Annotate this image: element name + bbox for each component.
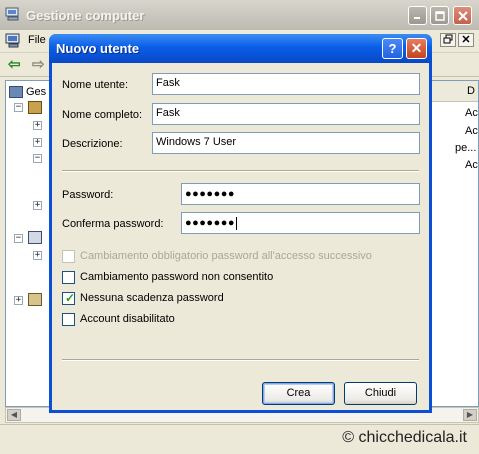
- description-input[interactable]: Windows 7 User: [152, 132, 420, 154]
- checkbox[interactable]: [62, 313, 75, 326]
- details-list: D Ac Ac pe... Ac: [430, 80, 479, 407]
- expand-icon[interactable]: +: [33, 138, 42, 147]
- dialog-titlebar[interactable]: Nuovo utente ? ✕: [49, 34, 432, 63]
- column-header: D: [467, 85, 475, 97]
- dialog-body: Nome utente: Fask Nome completo: Fask De…: [52, 63, 429, 410]
- storage-icon: [28, 231, 42, 244]
- username-label: Nome utente:: [62, 79, 129, 91]
- menu-file[interactable]: File: [28, 34, 46, 46]
- scroll-right-icon[interactable]: ▶: [463, 409, 477, 421]
- confirm-password-input[interactable]: ●●●●●●●: [181, 212, 420, 234]
- option-label: Cambiamento obbligatorio password all'ac…: [80, 250, 372, 262]
- separator: [62, 359, 419, 361]
- services-icon: [28, 293, 42, 306]
- expand-icon[interactable]: +: [14, 296, 23, 305]
- checkbox[interactable]: [62, 250, 75, 263]
- window-title: Gestione computer: [26, 8, 145, 23]
- forward-arrow-icon[interactable]: ⇨: [32, 55, 45, 73]
- list-cell: Ac: [465, 107, 478, 119]
- password-label: Password:: [62, 189, 114, 201]
- option-password-never-expires[interactable]: ✓ Nessuna scadenza password: [62, 291, 262, 306]
- dialog-close-button[interactable]: ✕: [406, 38, 427, 59]
- list-cell: Ac: [465, 159, 478, 171]
- option-account-disabled[interactable]: Account disabilitato: [62, 313, 212, 327]
- checkbox[interactable]: ✓: [62, 291, 76, 305]
- confirm-password-label: Conferma password:: [62, 218, 164, 230]
- restore-icon[interactable]: [440, 33, 456, 47]
- scroll-left-icon[interactable]: ◀: [7, 409, 21, 421]
- watermark: © chicchedicala.it: [342, 429, 467, 446]
- option-label: Cambiamento password non consentito: [80, 271, 274, 283]
- minimize-button[interactable]: [408, 6, 427, 25]
- checkbox[interactable]: [62, 271, 75, 284]
- expand-icon[interactable]: +: [33, 201, 42, 210]
- password-input[interactable]: ●●●●●●●: [181, 183, 420, 205]
- console-tree: Ges − + + − + − + +: [5, 80, 51, 407]
- option-label: Nessuna scadenza password: [80, 292, 224, 304]
- list-header[interactable]: D: [431, 81, 478, 102]
- list-cell: Ac: [465, 125, 478, 137]
- dialog-title: Nuovo utente: [56, 41, 140, 56]
- username-input[interactable]: Fask: [152, 73, 420, 95]
- expand-icon[interactable]: +: [33, 251, 42, 260]
- close-button[interactable]: [453, 6, 472, 25]
- expand-icon[interactable]: +: [33, 121, 42, 130]
- checkmark-icon: ✓: [65, 291, 76, 305]
- option-cannot-change-password[interactable]: Cambiamento password non consentito: [62, 271, 292, 285]
- new-user-dialog: Nuovo utente ? ✕ Nome utente: Fask Nome …: [49, 34, 432, 413]
- create-button[interactable]: Crea: [262, 382, 335, 405]
- back-arrow-icon[interactable]: ⇦: [8, 55, 21, 73]
- fullname-label: Nome completo:: [62, 109, 143, 121]
- maximize-button[interactable]: [430, 6, 449, 25]
- close-dialog-button[interactable]: Chiudi: [344, 382, 417, 405]
- option-label: Account disabilitato: [80, 313, 175, 325]
- system-tools-icon: [28, 101, 42, 114]
- separator: [62, 170, 419, 172]
- confirm-password-value: ●●●●●●●: [185, 217, 236, 229]
- computer-management-icon: [5, 33, 22, 48]
- fullname-input[interactable]: Fask: [152, 103, 420, 125]
- collapse-icon[interactable]: −: [14, 103, 23, 112]
- computer-icon: [9, 86, 23, 99]
- close-icon[interactable]: [458, 33, 474, 47]
- description-label: Descrizione:: [62, 138, 123, 150]
- collapse-icon[interactable]: −: [33, 154, 42, 163]
- tree-root[interactable]: Ges: [9, 86, 47, 99]
- tree-root-label: Ges: [26, 86, 47, 98]
- text-caret: [236, 217, 238, 230]
- list-cell: pe...: [455, 142, 477, 154]
- collapse-icon[interactable]: −: [14, 234, 23, 243]
- window-titlebar[interactable]: Gestione computer: [0, 0, 479, 30]
- help-button[interactable]: ?: [382, 38, 403, 59]
- computer-management-icon: [5, 7, 21, 21]
- option-must-change-password[interactable]: Cambiamento obbligatorio password all'ac…: [62, 250, 382, 264]
